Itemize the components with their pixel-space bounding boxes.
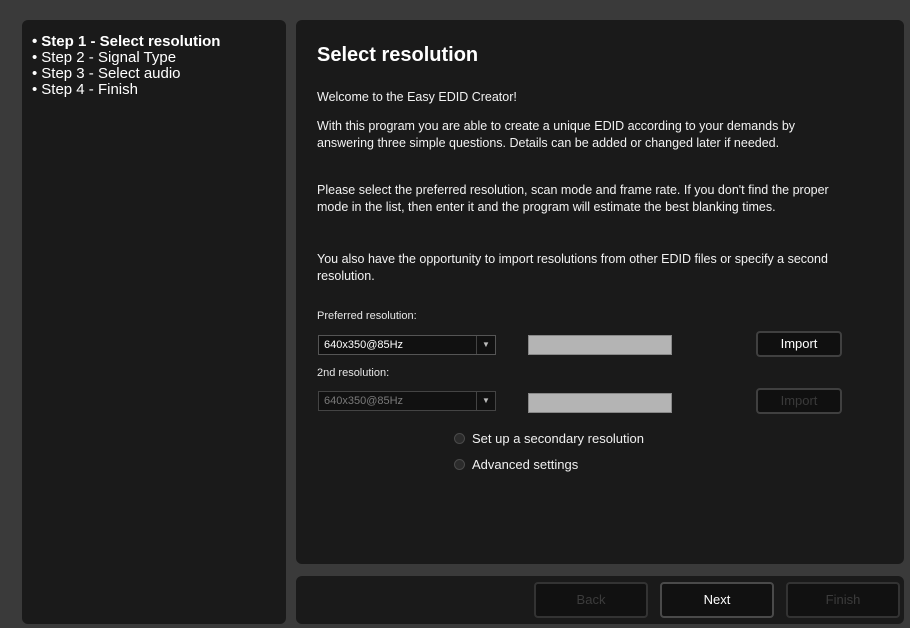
instruction-paragraph: Please select the preferred resolution, …: [317, 183, 829, 214]
page-title: Select resolution: [317, 44, 479, 66]
second-resolution-value: 640x350@85Hz: [324, 395, 404, 407]
radio-icon: [454, 459, 465, 470]
footer-bar: Back Next Finish: [296, 576, 904, 624]
chevron-down-icon: ▼: [476, 392, 495, 410]
main-content-panel: Select resolution Welcome to the Easy ED…: [296, 20, 904, 564]
chevron-down-icon: ▼: [476, 336, 495, 354]
import-button[interactable]: Import: [756, 331, 842, 357]
preferred-resolution-value: 640x350@85Hz: [324, 339, 404, 351]
back-button[interactable]: Back: [534, 582, 648, 618]
steps-sidebar: • Step 1 - Select resolution • Step 2 - Si…: [22, 20, 286, 624]
second-resolution-details-field[interactable]: [528, 393, 672, 413]
step-item-3[interactable]: • Step 3 - Select audio: [32, 66, 286, 82]
steps-list: • Step 1 - Select resolution • Step 2 - Si…: [22, 20, 286, 98]
second-resolution-select[interactable]: 640x350@85Hz ▼: [318, 391, 496, 411]
radio-icon: [454, 433, 465, 444]
preferred-resolution-select[interactable]: 640x350@85Hz ▼: [318, 335, 496, 355]
step-item-1[interactable]: • Step 1 - Select resolution: [32, 34, 286, 50]
advanced-settings-option[interactable]: Advanced settings: [454, 457, 578, 472]
intro-paragraph: With this program you are able to create…: [317, 119, 796, 150]
step-item-2[interactable]: • Step 2 - Signal Type: [32, 50, 286, 66]
secondary-resolution-option[interactable]: Set up a secondary resolution: [454, 431, 644, 446]
welcome-text: Welcome to the Easy EDID Creator!: [317, 90, 517, 104]
import-info-paragraph: You also have the opportunity to import …: [317, 252, 828, 283]
second-resolution-label: 2nd resolution:: [317, 367, 390, 379]
step-item-4[interactable]: • Step 4 - Finish: [32, 82, 286, 98]
preferred-resolution-details-field[interactable]: [528, 335, 672, 355]
import-second-button[interactable]: Import: [756, 388, 842, 414]
finish-button[interactable]: Finish: [786, 582, 900, 618]
next-button[interactable]: Next: [660, 582, 774, 618]
preferred-resolution-label: Preferred resolution:: [317, 310, 417, 322]
